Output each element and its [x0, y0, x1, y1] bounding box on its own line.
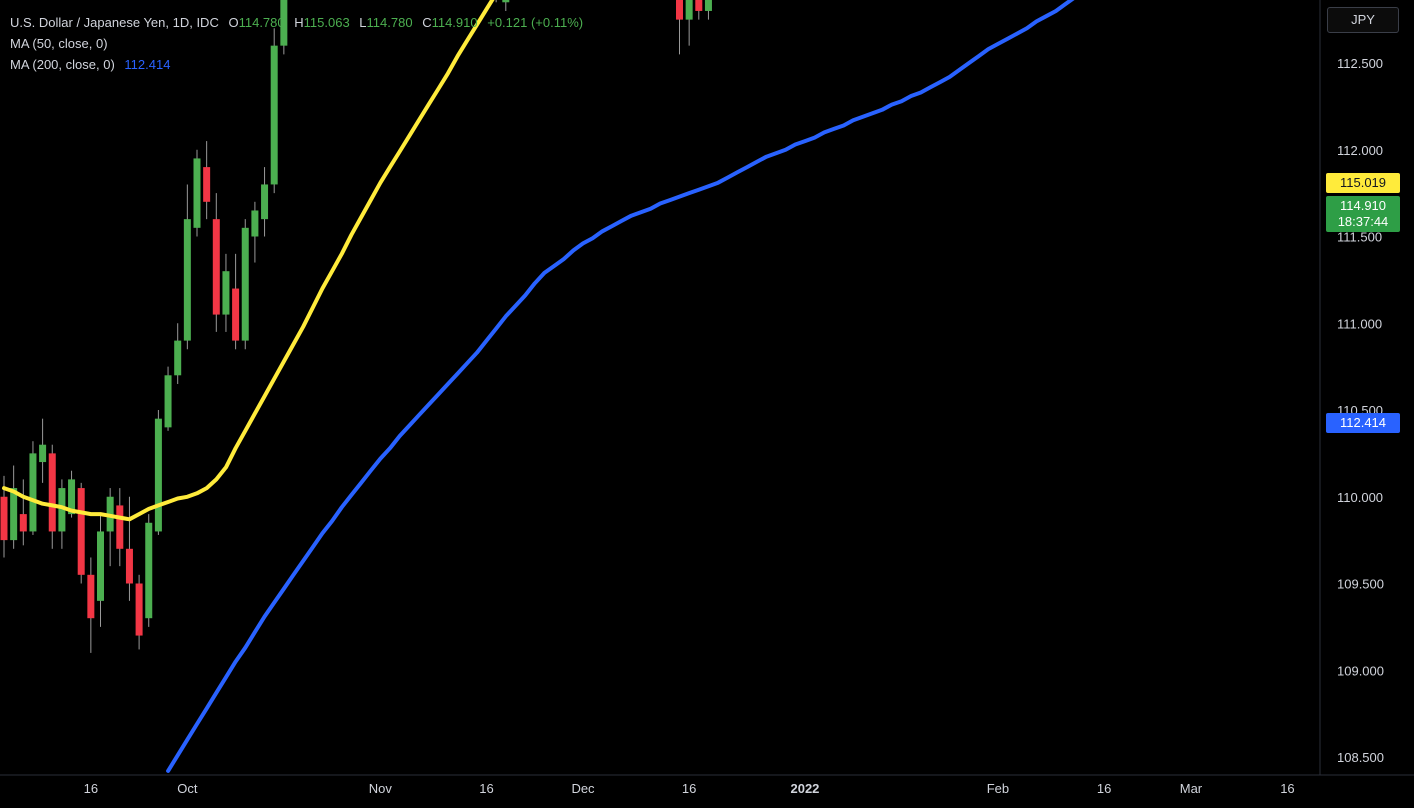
candle-body: [154, 418, 162, 532]
candle-body: [695, 0, 703, 11]
candlestick-chart: 108.500109.000109.500110.000110.500111.0…: [0, 0, 1414, 796]
legend-row-ma50[interactable]: MA (50, close, 0): [10, 33, 583, 54]
x-tick-label: Mar: [1180, 781, 1203, 796]
candle-body: [0, 496, 8, 541]
legend-row-ma200[interactable]: MA (200, close, 0) 112.414: [10, 54, 583, 75]
y-tick-label: 112.000: [1337, 143, 1383, 158]
candle-body: [125, 548, 133, 584]
candle-body: [193, 158, 201, 228]
ma200-label: MA (200, close, 0): [10, 57, 115, 72]
x-tick-label: 16: [84, 781, 98, 796]
legend-row-symbol: U.S. Dollar / Japanese Yen, 1D, IDC O114…: [10, 12, 583, 33]
open-label: O: [228, 15, 239, 30]
candle-body: [39, 444, 47, 463]
close-value: 114.910: [431, 15, 478, 30]
y-tick-label: 112.500: [1337, 56, 1383, 71]
open-value: 114.780: [238, 15, 285, 30]
chart-legend: U.S. Dollar / Japanese Yen, 1D, IDC O114…: [10, 12, 583, 75]
candle-body: [212, 219, 220, 315]
x-tick-label: Feb: [987, 781, 1009, 796]
y-tick-label: 111.000: [1337, 316, 1382, 331]
y-tick-label: 110.000: [1337, 490, 1383, 505]
y-tick-label: 109.500: [1337, 577, 1384, 592]
x-tick-label: Nov: [369, 781, 393, 796]
x-tick-label: Dec: [571, 781, 595, 796]
x-tick-label: Oct: [177, 781, 198, 796]
ma50-label: MA (50, close, 0): [10, 36, 108, 51]
candle-body: [10, 488, 18, 541]
bar-countdown: 18:37:44: [1337, 214, 1389, 229]
x-tick-label: 16: [1097, 781, 1111, 796]
ma200-price-tag: 112.414: [1326, 413, 1400, 433]
candle-body: [164, 375, 172, 428]
candle-body: [48, 453, 56, 532]
candle-body: [29, 453, 37, 532]
high-label: H: [294, 15, 304, 30]
candle-body: [704, 0, 712, 11]
change-value: +0.121 (+0.11%): [487, 15, 584, 30]
candle-body: [241, 227, 249, 341]
symbol-title: U.S. Dollar / Japanese Yen, 1D, IDC: [10, 15, 219, 30]
candle-body: [502, 0, 510, 3]
x-tick-label: 2022: [790, 781, 819, 796]
candle-body: [183, 219, 191, 341]
y-tick-label: 108.500: [1337, 750, 1384, 765]
x-tick-label: 16: [1280, 781, 1294, 796]
candle-body: [232, 288, 240, 341]
candle-body: [222, 271, 230, 315]
candle-body: [145, 522, 153, 619]
candle-body: [261, 184, 269, 220]
candle-body: [174, 340, 182, 376]
y-tick-label: 109.000: [1337, 663, 1384, 678]
candle-body: [87, 574, 95, 619]
low-label: L: [359, 15, 367, 30]
candle-body: [116, 505, 124, 549]
currency-button[interactable]: JPY: [1327, 7, 1399, 33]
candle-body: [135, 583, 143, 636]
candle-body: [676, 0, 683, 20]
last-price-tag: 114.910 18:37:44: [1326, 196, 1400, 232]
ma200-line: [166, 0, 1075, 773]
candle-body: [19, 514, 27, 532]
close-label: C: [422, 15, 432, 30]
candle-body: [251, 210, 259, 237]
low-value: 114.780: [366, 15, 413, 30]
candle-body: [77, 488, 85, 575]
high-value: 115.063: [303, 15, 350, 30]
x-tick-label: 16: [479, 781, 493, 796]
candle-body: [203, 167, 211, 202]
candle-body: [97, 531, 104, 601]
last-price-value: 114.910: [1339, 198, 1387, 213]
ma200-value: 112.414: [124, 57, 171, 72]
x-tick-label: 16: [682, 781, 696, 796]
ma50-price-tag: 115.019: [1326, 173, 1400, 193]
candle-body: [685, 0, 693, 20]
